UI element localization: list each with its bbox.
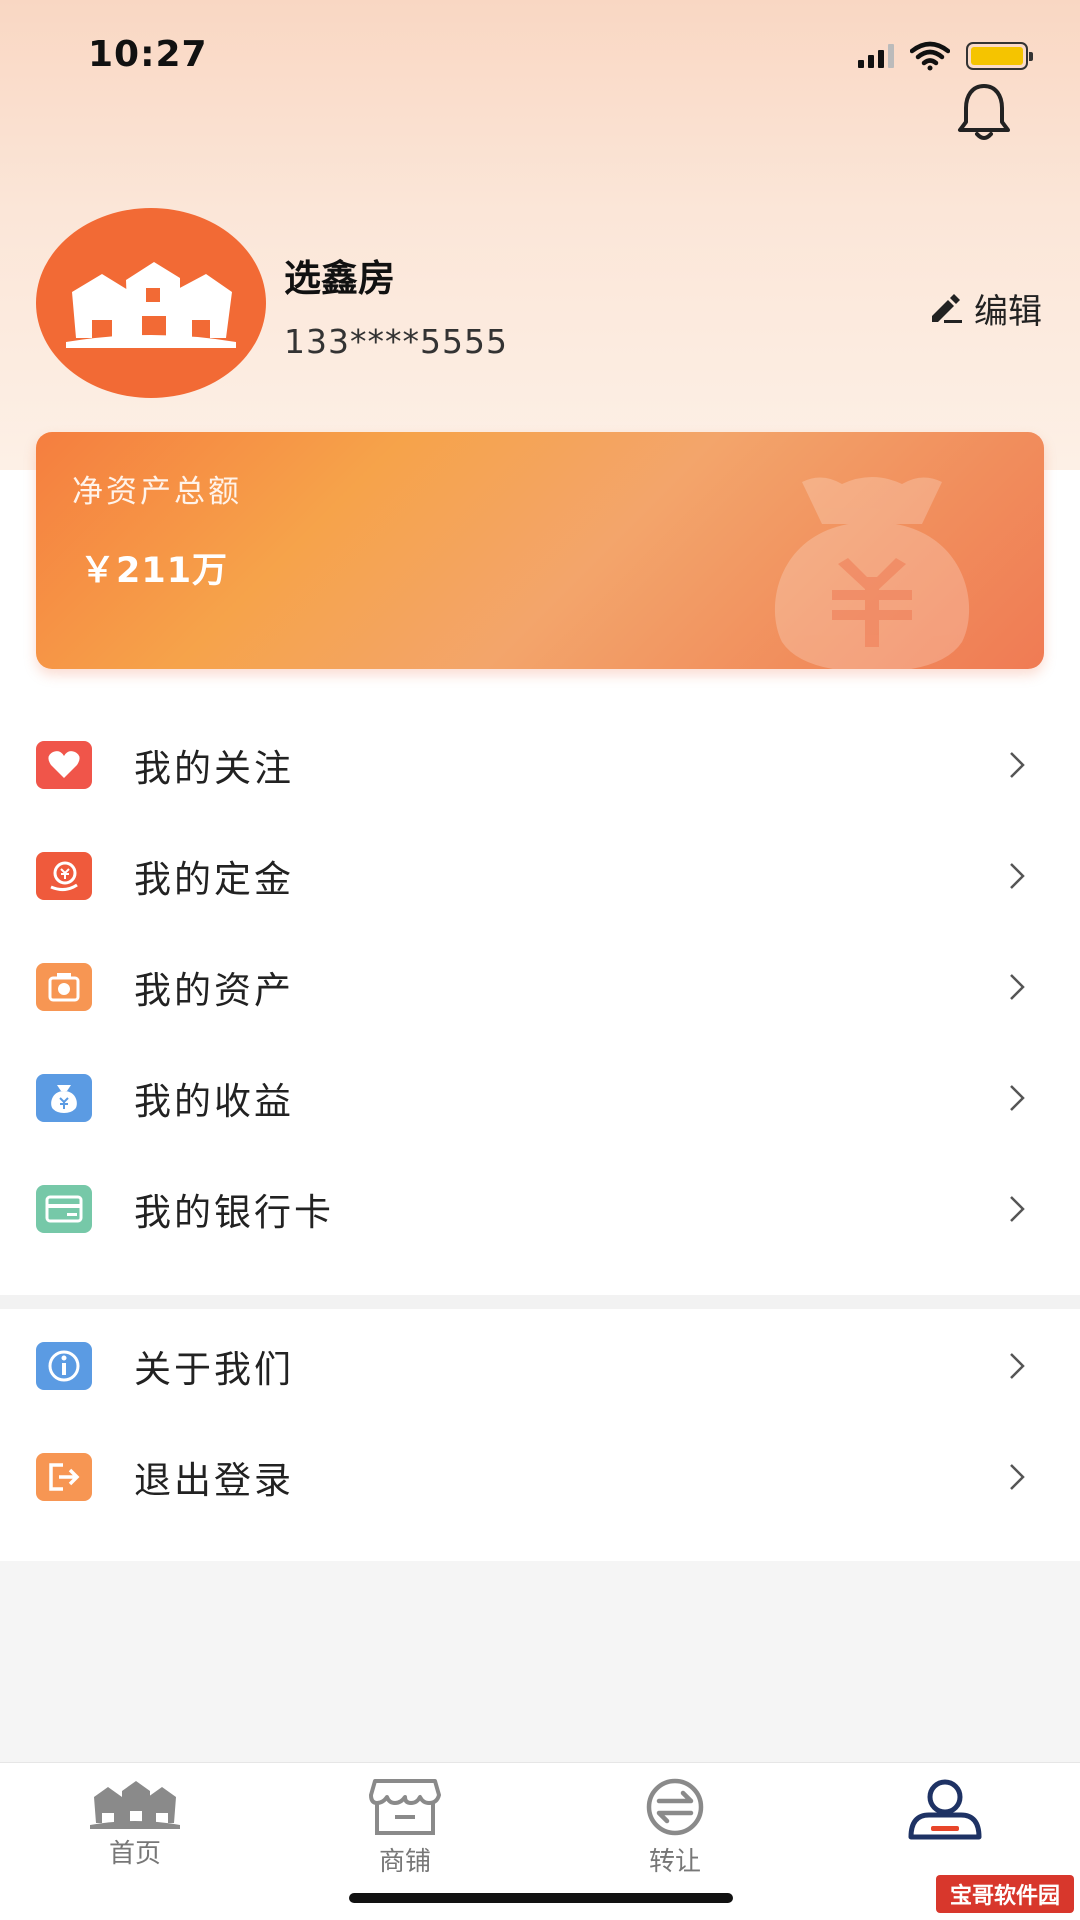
edit-button[interactable]: 编辑 — [928, 284, 1042, 333]
tab-transfer[interactable]: 转让 — [595, 1777, 755, 1878]
chevron-right-icon — [1010, 752, 1025, 778]
status-time: 10:27 — [88, 34, 208, 75]
menu-label: 我的收益 — [134, 1080, 294, 1123]
chevron-right-icon — [1010, 1464, 1025, 1490]
transfer-icon — [646, 1778, 704, 1836]
phone-number: 133****5555 — [284, 322, 508, 361]
home-indicator — [349, 1893, 733, 1903]
shop-icon — [369, 1779, 441, 1835]
tab-shop[interactable]: 商铺 — [325, 1777, 485, 1878]
menu-item-earnings[interactable]: 我的收益 — [0, 1042, 1080, 1154]
menu-item-deposit[interactable]: 我的定金 — [0, 820, 1080, 932]
wifi-icon — [910, 41, 950, 71]
logout-icon — [36, 1453, 92, 1501]
chevron-right-icon — [1010, 1353, 1025, 1379]
heart-icon — [36, 741, 92, 789]
moneybag-icon — [775, 477, 969, 669]
menu-item-assets[interactable]: 我的资产 — [0, 931, 1080, 1043]
moneybag-small-icon — [36, 1074, 92, 1122]
battery-icon — [966, 42, 1033, 70]
menu-item-follow[interactable]: 我的关注 — [0, 709, 1080, 821]
bankcard-icon — [36, 1185, 92, 1233]
menu-label: 我的关注 — [134, 747, 294, 790]
chevron-right-icon — [1010, 974, 1025, 1000]
tab-label: 商铺 — [378, 1847, 431, 1877]
status-icons — [858, 40, 1033, 72]
pencil-icon — [932, 293, 962, 323]
chevron-right-icon — [1010, 863, 1025, 889]
info-icon — [36, 1342, 92, 1390]
menu-item-about[interactable]: 关于我们 — [0, 1310, 1080, 1422]
net-assets-card[interactable]: 净资产总额 ￥211万 — [36, 432, 1044, 669]
tab-home[interactable]: 首页 — [55, 1777, 215, 1870]
home-icon — [90, 1781, 180, 1829]
tab-label: 首页 — [108, 1839, 161, 1869]
username: 选鑫房 — [284, 257, 395, 300]
section-divider — [0, 1295, 1080, 1309]
menu-label: 我的定金 — [134, 858, 294, 901]
tab-profile[interactable] — [865, 1777, 1025, 1847]
tab-label: 转让 — [648, 1847, 701, 1877]
menu-label: 关于我们 — [134, 1348, 294, 1391]
edit-label: 编辑 — [974, 292, 1042, 332]
bell-icon[interactable] — [950, 78, 1018, 146]
menu-label: 退出登录 — [134, 1459, 294, 1502]
deposit-icon — [36, 852, 92, 900]
chevron-right-icon — [1010, 1085, 1025, 1111]
asset-icon — [36, 963, 92, 1011]
logo-icon — [66, 262, 236, 348]
signal-icon — [858, 44, 894, 68]
watermark: 宝哥软件园 — [936, 1875, 1074, 1913]
menu-label: 我的资产 — [134, 969, 294, 1012]
net-assets-value: ￥211万 — [80, 551, 229, 591]
chevron-right-icon — [1010, 1196, 1025, 1222]
profile-icon — [908, 1779, 982, 1840]
menu-label: 我的银行卡 — [134, 1191, 334, 1234]
menu-item-logout[interactable]: 退出登录 — [0, 1421, 1080, 1533]
avatar[interactable] — [36, 208, 266, 398]
net-assets-label: 净资产总额 — [72, 474, 242, 510]
menu-item-bankcard[interactable]: 我的银行卡 — [0, 1153, 1080, 1265]
